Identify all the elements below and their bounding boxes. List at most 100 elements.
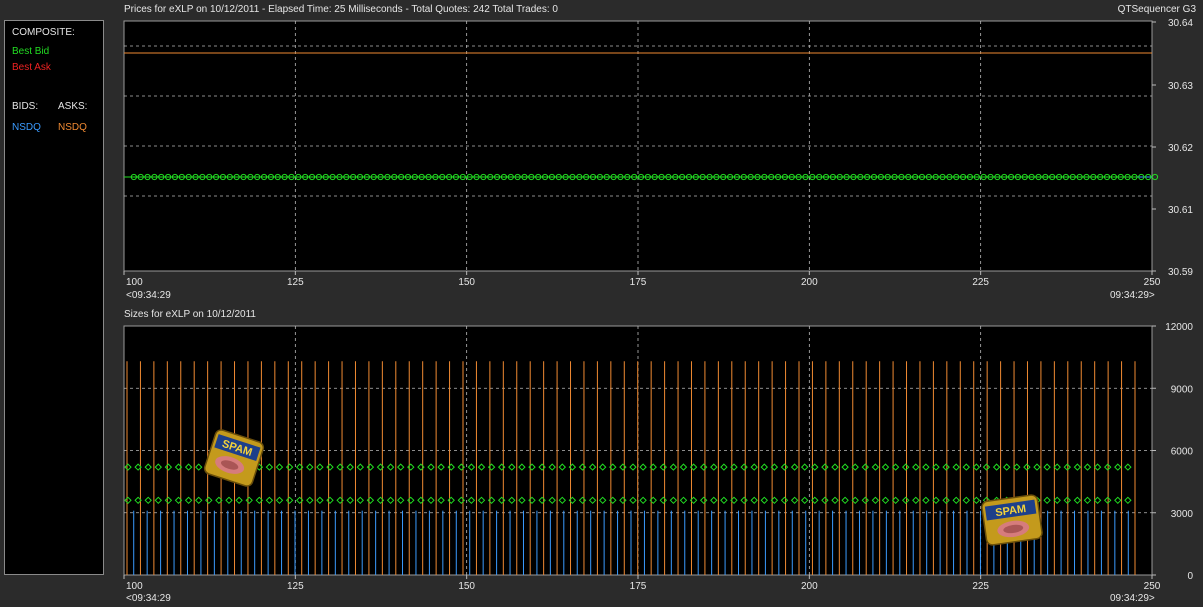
best-ask-size-marker	[811, 463, 819, 471]
best-ask-size-marker	[831, 463, 839, 471]
best-ask-size-marker	[124, 463, 132, 471]
best-bid-marker	[624, 173, 631, 181]
size-y-tick-label: 9000	[1171, 384, 1194, 395]
best-ask-size-marker	[881, 463, 890, 471]
best-ask-size-marker	[669, 463, 678, 471]
best-bid-marker	[391, 173, 398, 181]
best-bid-marker	[1103, 173, 1111, 181]
best-bid-marker	[918, 173, 926, 181]
best-bid-marker	[1131, 173, 1138, 181]
best-ask-size-marker	[225, 463, 233, 471]
best-bid-marker	[768, 173, 775, 181]
ask-venue-legend[interactable]: NSDQ	[58, 122, 87, 133]
price-y-tick-label: 30.62	[1168, 143, 1193, 154]
best-bid-marker	[384, 173, 391, 181]
best-bid-size-marker	[336, 496, 344, 505]
best-bid-size-marker	[649, 496, 657, 505]
best-bid-marker	[589, 173, 597, 181]
size-x-end-time: 09:34:29>	[1110, 593, 1155, 604]
best-ask-size-marker	[1053, 463, 1061, 471]
legend-panel: COMPOSITE: Best Bid Best Ask BIDS: ASKS:…	[4, 20, 104, 575]
best-bid-marker	[165, 173, 172, 181]
best-ask-size-marker	[1023, 463, 1031, 471]
best-ask-size-marker	[427, 463, 435, 471]
best-bid-marker	[1049, 173, 1056, 181]
best-bid-marker	[692, 173, 699, 181]
best-bid-marker	[226, 173, 233, 181]
best-bid-marker	[500, 173, 508, 181]
best-ask-legend[interactable]: Best Ask	[12, 62, 51, 73]
best-bid-marker	[939, 173, 946, 181]
best-bid-size-marker	[194, 496, 203, 505]
best-bid-marker	[1069, 173, 1076, 181]
best-bid-marker	[315, 173, 322, 181]
size-x-tick-label: 250	[1144, 581, 1161, 592]
best-bid-size-marker	[1124, 496, 1132, 505]
best-bid-size-marker	[417, 496, 425, 505]
best-bid-size-marker	[144, 496, 152, 505]
best-bid-marker	[295, 173, 302, 181]
best-bid-marker	[932, 173, 939, 181]
best-bid-size-marker	[265, 496, 274, 505]
best-bid-size-marker	[699, 496, 708, 505]
best-ask-size-marker	[235, 463, 243, 471]
best-bid-marker	[658, 173, 665, 181]
best-bid-size-marker	[568, 496, 577, 505]
best-bid-marker	[685, 173, 693, 181]
best-bid-marker	[1028, 173, 1035, 181]
best-bid-marker	[1007, 173, 1015, 181]
best-bid-marker	[802, 173, 809, 181]
price-y-tick-label: 30.59	[1168, 267, 1193, 278]
best-ask-size-marker	[871, 463, 880, 471]
best-ask-size-marker	[356, 463, 365, 471]
best-bid-size-marker	[912, 496, 920, 505]
best-bid-marker	[1035, 173, 1042, 181]
size-y-tick-label: 0	[1187, 571, 1193, 582]
best-bid-size-marker	[477, 496, 486, 505]
best-bid-marker	[459, 173, 466, 181]
best-bid-marker	[350, 173, 357, 181]
bid-venue-legend[interactable]: NSDQ	[12, 122, 41, 133]
best-ask-size-marker	[467, 463, 476, 471]
best-bid-size-marker	[457, 496, 466, 505]
size-x-tick-label: 200	[801, 581, 818, 592]
best-bid-size-marker	[1114, 496, 1122, 505]
best-bid-size-marker	[881, 496, 890, 505]
best-ask-size-marker	[437, 463, 445, 471]
best-ask-size-marker	[407, 463, 415, 471]
best-ask-size-marker	[205, 463, 213, 471]
best-bid-size-marker	[487, 496, 496, 505]
best-ask-size-marker	[962, 463, 971, 471]
best-bid-marker	[781, 173, 789, 181]
best-bid-size-marker	[497, 496, 506, 505]
best-ask-size-marker	[306, 463, 314, 471]
asks-label: ASKS:	[58, 101, 88, 112]
best-bid-marker	[987, 173, 994, 181]
best-ask-size-marker	[154, 463, 163, 471]
best-bid-size-marker	[1013, 496, 1021, 505]
best-bid-marker	[151, 173, 158, 181]
best-bid-marker	[1151, 173, 1159, 181]
best-bid-marker	[343, 173, 350, 181]
best-bid-marker	[137, 173, 144, 181]
best-ask-size-marker	[538, 463, 546, 471]
best-bid-marker	[706, 173, 713, 181]
best-bid-size-marker	[1083, 496, 1092, 505]
best-bid-marker	[754, 173, 761, 181]
best-bid-size-marker	[134, 496, 142, 505]
best-ask-size-marker	[932, 463, 940, 471]
best-bid-size-marker	[871, 496, 880, 505]
best-ask-size-marker	[417, 463, 425, 471]
best-bid-size-marker	[376, 496, 385, 505]
best-bid-size-marker	[1063, 496, 1072, 505]
best-bid-marker	[288, 173, 295, 181]
best-bid-size-marker	[669, 496, 678, 505]
best-bid-size-marker	[538, 496, 546, 505]
best-bid-size-marker	[629, 496, 637, 505]
best-bid-legend[interactable]: Best Bid	[12, 46, 49, 57]
best-ask-size-marker	[851, 463, 859, 471]
best-bid-marker	[713, 173, 720, 181]
best-bid-marker	[192, 173, 199, 181]
best-bid-size-marker	[811, 496, 819, 505]
best-bid-marker	[178, 173, 185, 181]
